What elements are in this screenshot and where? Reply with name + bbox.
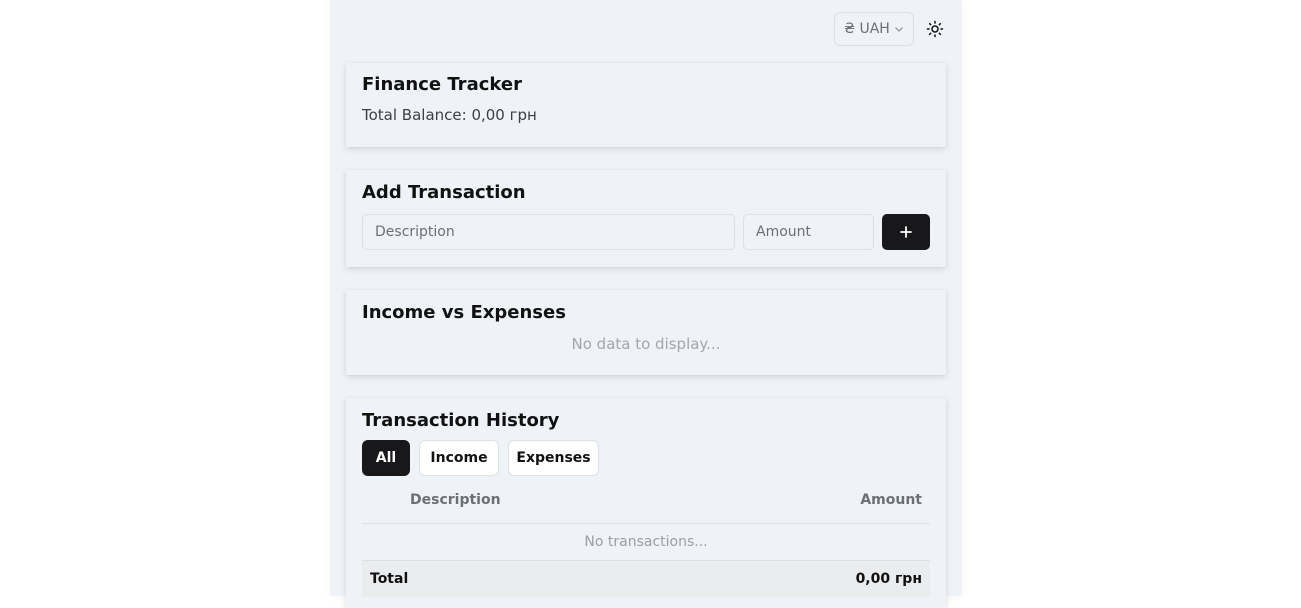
filter-income-button[interactable]: Income — [419, 440, 499, 476]
description-input[interactable]: Description — [362, 214, 735, 250]
transaction-history-title: Transaction History — [362, 410, 560, 431]
transaction-history-card: Transaction History All Income Expenses … — [346, 398, 946, 608]
filter-tabs: All Income Expenses — [362, 440, 930, 476]
chart-empty-message: No data to display... — [571, 335, 721, 353]
column-header-amount: Amount — [860, 491, 922, 508]
sun-icon — [926, 20, 944, 38]
app-title: Finance Tracker — [362, 74, 522, 95]
chevron-down-icon — [894, 27, 903, 32]
amount-input[interactable]: Amount — [743, 214, 874, 250]
table-total-row: Total 0,00 грн — [362, 561, 930, 597]
add-transaction-button[interactable] — [882, 214, 930, 250]
income-expenses-card: Income vs Expenses No data to display... — [346, 290, 946, 375]
filter-expenses-button[interactable]: Expenses — [508, 440, 599, 476]
currency-select[interactable]: ₴ UAH — [834, 12, 914, 46]
total-value: 0,00 грн — [855, 571, 922, 587]
filter-all-button[interactable]: All — [362, 440, 410, 476]
topbar: ₴ UAH — [834, 12, 948, 46]
app-container: ₴ UAH Finance Tracker Total Balance: 0,0… — [330, 0, 962, 608]
summary-card: Finance Tracker Total Balance: 0,00 грн — [346, 63, 946, 147]
plus-icon — [900, 226, 912, 238]
add-transaction-card: Add Transaction Description Amount — [346, 170, 946, 267]
table-header: Description Amount — [362, 476, 930, 524]
add-transaction-form: Description Amount — [362, 214, 930, 250]
theme-toggle-button[interactable] — [922, 16, 948, 42]
column-header-description: Description — [410, 491, 501, 508]
add-transaction-title: Add Transaction — [362, 182, 526, 203]
total-balance: Total Balance: 0,00 грн — [362, 106, 537, 124]
empty-table-message: No transactions... — [362, 524, 930, 561]
total-label: Total — [370, 571, 409, 587]
currency-label: ₴ UAH — [844, 21, 890, 37]
income-expenses-title: Income vs Expenses — [362, 302, 566, 323]
